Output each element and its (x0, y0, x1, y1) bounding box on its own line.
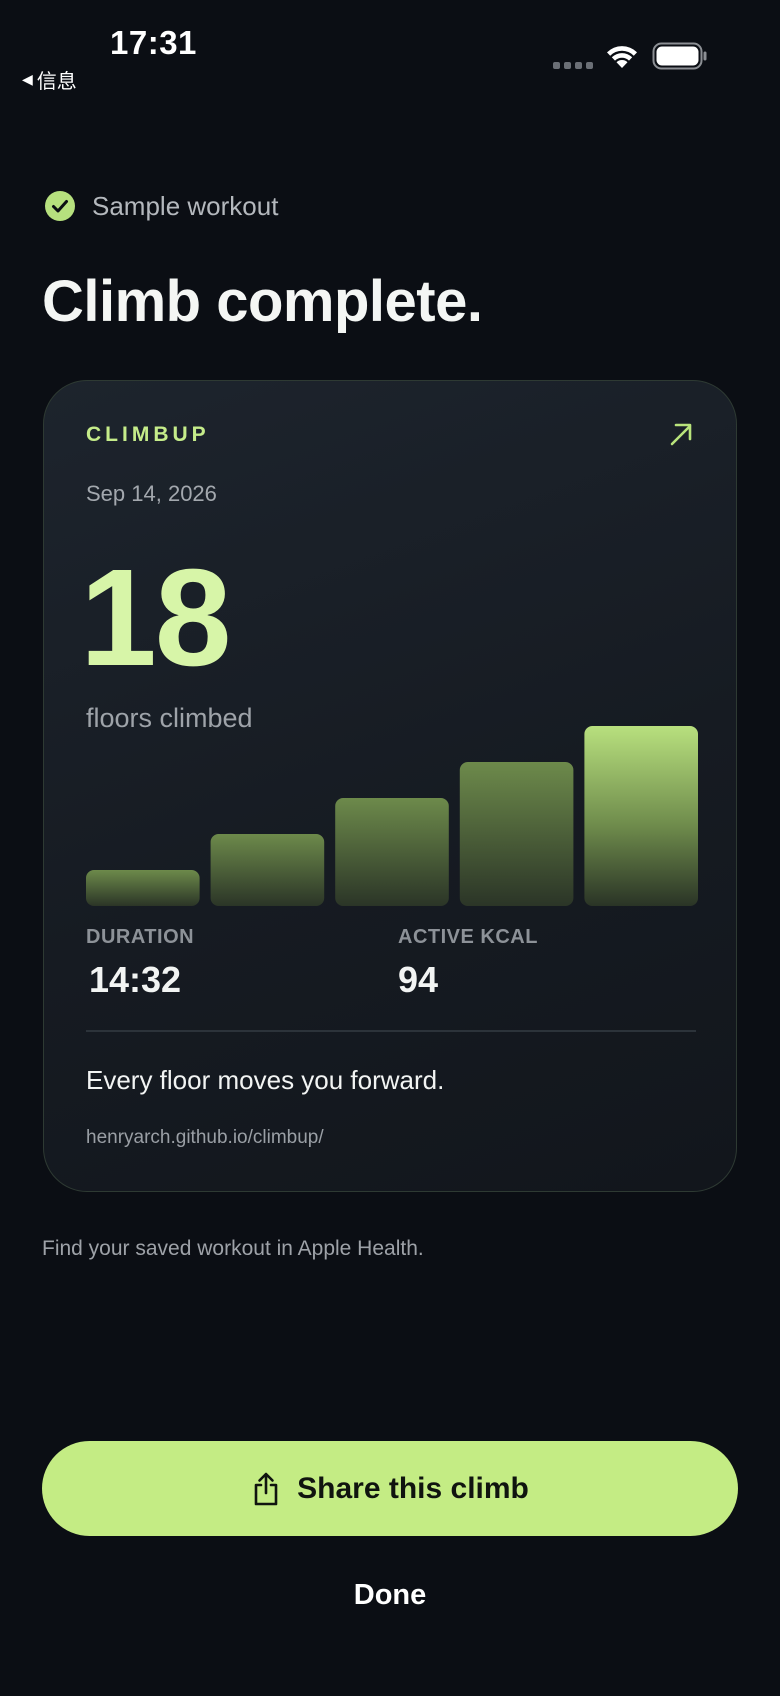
active-kcal-label: ACTIVE KCAL (398, 926, 538, 948)
floor-bar-2 (210, 834, 325, 906)
back-label: 信息 (36, 69, 77, 93)
brand-label: CLIMBUP (86, 423, 210, 446)
duration-value: 14:32 (89, 959, 182, 1000)
apple-health-note: Find your saved workout in Apple Health. (42, 1237, 424, 1260)
floors-count: 18 (80, 541, 231, 695)
share-button-label: Share this climb (297, 1471, 529, 1505)
cellular-signal-icon (553, 62, 593, 69)
duration-stat: DURATION 14:32 (86, 926, 194, 1001)
sample-workout-row: Sample workout (44, 190, 278, 222)
done-button[interactable]: Done (290, 1570, 490, 1620)
card-divider (86, 1030, 696, 1032)
battery-icon (652, 42, 707, 70)
floor-bar-1 (86, 870, 200, 906)
active-kcal-stat: ACTIVE KCAL 94 (398, 926, 538, 1001)
check-circle-icon (45, 191, 75, 221)
status-time: 17:31 (110, 24, 197, 61)
active-kcal-value: 94 (398, 959, 439, 1000)
motto-text: Every floor moves you forward. (86, 1065, 445, 1095)
duration-label: DURATION (86, 926, 195, 948)
workout-complete-screen: 17:31 ◀ 信息 Sample workout Climb complete… (0, 0, 780, 1696)
wifi-icon (607, 46, 637, 68)
workout-date: Sep 14, 2026 (86, 481, 217, 506)
arrow-up-right-icon (670, 423, 692, 446)
floor-bar-3 (335, 798, 449, 906)
back-to-messages-link[interactable]: ◀ 信息 (22, 65, 77, 94)
share-icon (254, 1472, 278, 1505)
sample-workout-label: Sample workout (92, 190, 279, 221)
share-climb-button[interactable]: Share this climb (42, 1441, 738, 1536)
floor-bar-4 (459, 762, 574, 906)
climb-summary-card: CLIMBUP Sep 14, 2026 18 floors climbed D… (43, 380, 737, 1192)
back-arrow-icon: ◀ (22, 71, 33, 88)
page-title: Climb complete. (42, 269, 483, 334)
floor-bar-5 (584, 726, 698, 906)
app-url: henryarch.github.io/climbup/ (86, 1127, 324, 1148)
floors-progress-chart (86, 726, 698, 906)
